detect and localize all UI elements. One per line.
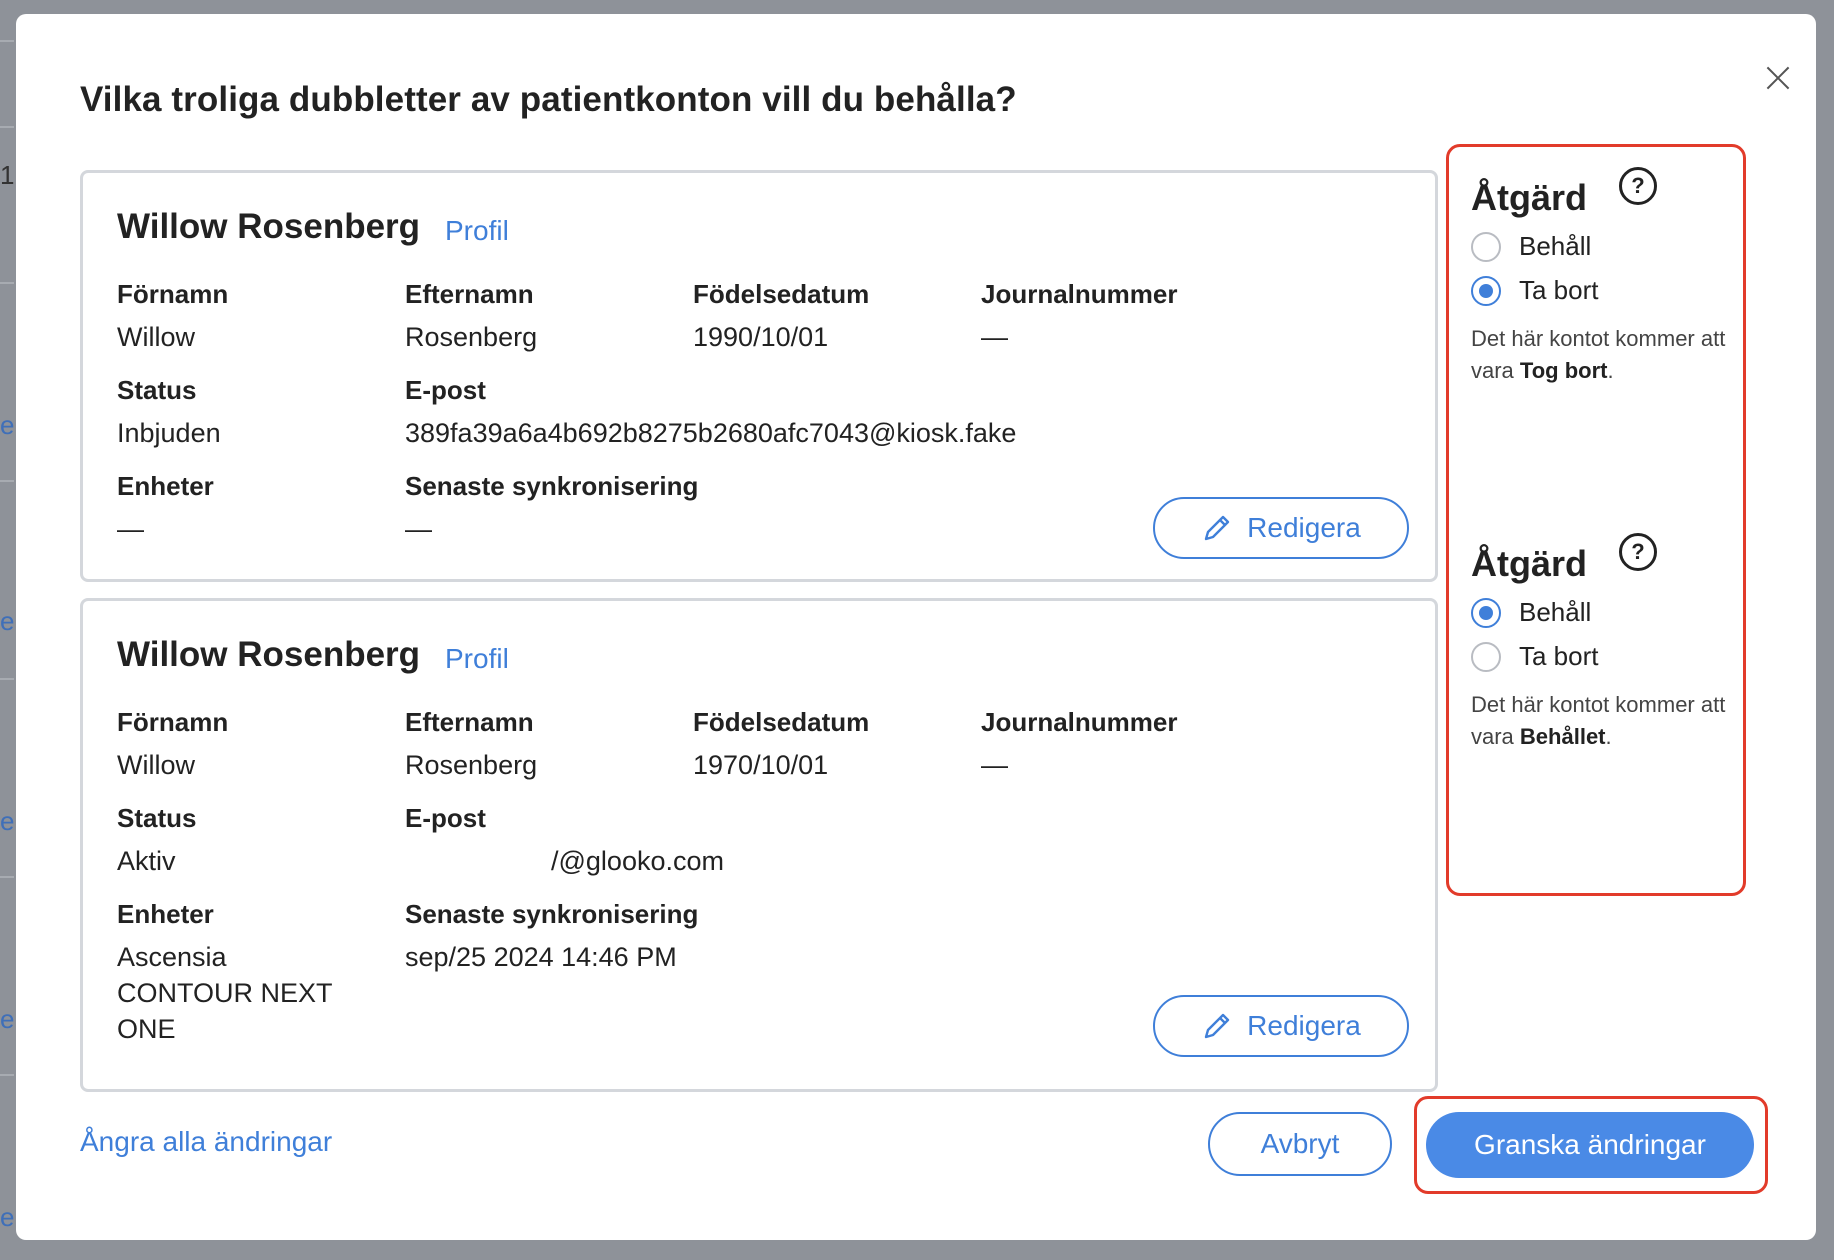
- account-card-1: Willow Rosenberg Profil Förnamn Willow E…: [80, 170, 1438, 582]
- device-line: ONE: [117, 1014, 176, 1044]
- radio-label: Behåll: [1519, 231, 1592, 261]
- devices-label: Enheter: [117, 899, 214, 929]
- action-description: Det här kontot kommer att vara Tog bort.: [1471, 326, 1726, 383]
- action-title: Åtgärd: [1471, 543, 1587, 584]
- devices-value: Ascensia CONTOUR NEXT ONE: [117, 939, 333, 1047]
- email-value: /@glooko.com: [405, 843, 724, 879]
- radio-keep-account-1[interactable]: Behåll: [1471, 231, 1591, 262]
- background-link: e: [0, 806, 15, 836]
- status-value: Aktiv: [117, 846, 176, 876]
- last-name-label: Efternamn: [405, 279, 534, 309]
- patient-name: Willow Rosenberg: [117, 207, 421, 246]
- status-label: Status: [117, 803, 197, 833]
- radio-keep-account-2[interactable]: Behåll: [1471, 597, 1591, 628]
- last-sync-label: Senaste synkronisering: [405, 899, 699, 929]
- pencil-icon: [1204, 1013, 1230, 1039]
- pencil-icon: [1204, 515, 1230, 541]
- action-title: Åtgärd: [1471, 177, 1587, 218]
- edit-button-label: Redigera: [1247, 512, 1361, 543]
- description-result: Tog bort: [1519, 358, 1608, 383]
- background-divider: [0, 126, 14, 128]
- device-line: Ascensia: [117, 942, 227, 972]
- email-value: 389fa39a6a4b692b8275b2680afc7043@kiosk.f…: [405, 418, 1017, 448]
- radio-label: Behåll: [1519, 597, 1592, 627]
- review-changes-button[interactable]: Granska ändringar: [1426, 1112, 1754, 1178]
- background-divider: [0, 876, 14, 878]
- radio-checked-icon: [1471, 275, 1501, 306]
- last-sync-value: sep/25 2024 14:46 PM: [405, 942, 677, 972]
- action-description: Det här kontot kommer att vara Behållet.: [1471, 692, 1726, 749]
- birth-date-value: 1990/10/01: [693, 322, 829, 352]
- help-icon[interactable]: ?: [1619, 533, 1657, 571]
- last-name-value: Rosenberg: [405, 750, 538, 780]
- first-name-value: Willow: [117, 750, 195, 780]
- background-divider: [0, 40, 14, 42]
- status-label: Status: [117, 375, 197, 405]
- background-link: e: [0, 1004, 15, 1034]
- birth-date-value: 1970/10/01: [693, 750, 829, 780]
- record-number-label: Journalnummer: [981, 279, 1178, 309]
- edit-button[interactable]: Redigera: [1153, 497, 1409, 559]
- account-card-2: Willow Rosenberg Profil Förnamn Willow E…: [80, 598, 1438, 1092]
- background-link: e: [0, 606, 15, 636]
- background-divider: [0, 480, 14, 482]
- record-number-label: Journalnummer: [981, 707, 1178, 737]
- radio-unchecked-icon: [1471, 641, 1501, 672]
- background-divider: [0, 282, 14, 284]
- record-number-value: —: [981, 750, 1008, 780]
- edit-button[interactable]: Redigera: [1153, 995, 1409, 1057]
- close-icon[interactable]: [1760, 60, 1796, 96]
- radio-checked-icon: [1471, 597, 1501, 628]
- background-divider: [0, 678, 14, 680]
- email-domain: /@glooko.com: [551, 846, 724, 876]
- radio-label: Ta bort: [1519, 275, 1599, 305]
- background-text: 1: [0, 160, 15, 190]
- birth-date-label: Födelsedatum: [693, 707, 870, 737]
- radio-remove-account-2[interactable]: Ta bort: [1471, 641, 1599, 672]
- background-divider: [0, 1074, 14, 1076]
- description-result: Behållet: [1519, 724, 1606, 749]
- first-name-label: Förnamn: [117, 279, 229, 309]
- background-link: e: [0, 1202, 15, 1232]
- first-name-value: Willow: [117, 322, 195, 352]
- duplicate-accounts-dialog: Vilka troliga dubbletter av patientkonto…: [16, 14, 1816, 1240]
- action-panel: Åtgärd ? Behåll Ta bort Det här kontot k…: [1446, 144, 1746, 896]
- birth-date-label: Födelsedatum: [693, 279, 870, 309]
- last-name-value: Rosenberg: [405, 322, 538, 352]
- radio-unchecked-icon: [1471, 231, 1501, 262]
- undo-all-changes-link[interactable]: Ångra alla ändringar: [80, 1126, 332, 1158]
- record-number-value: —: [981, 322, 1008, 352]
- device-line: CONTOUR NEXT: [117, 978, 333, 1008]
- edit-button-label: Redigera: [1247, 1010, 1361, 1041]
- last-sync-label: Senaste synkronisering: [405, 471, 699, 501]
- last-name-label: Efternamn: [405, 707, 534, 737]
- email-label: E-post: [405, 375, 486, 405]
- status-value: Inbjuden: [117, 418, 221, 448]
- background-link: e: [0, 410, 15, 440]
- help-icon[interactable]: ?: [1619, 167, 1657, 205]
- profile-link[interactable]: Profil: [445, 643, 509, 675]
- radio-label: Ta bort: [1519, 641, 1599, 671]
- devices-label: Enheter: [117, 471, 214, 501]
- email-label: E-post: [405, 803, 486, 833]
- radio-remove-account-1[interactable]: Ta bort: [1471, 275, 1599, 306]
- patient-name: Willow Rosenberg: [117, 635, 421, 674]
- last-sync-value: —: [405, 514, 432, 544]
- profile-link[interactable]: Profil: [445, 215, 509, 247]
- cancel-button[interactable]: Avbryt: [1208, 1112, 1392, 1176]
- devices-value: —: [117, 514, 144, 544]
- dialog-title: Vilka troliga dubbletter av patientkonto…: [80, 80, 1017, 119]
- first-name-label: Förnamn: [117, 707, 229, 737]
